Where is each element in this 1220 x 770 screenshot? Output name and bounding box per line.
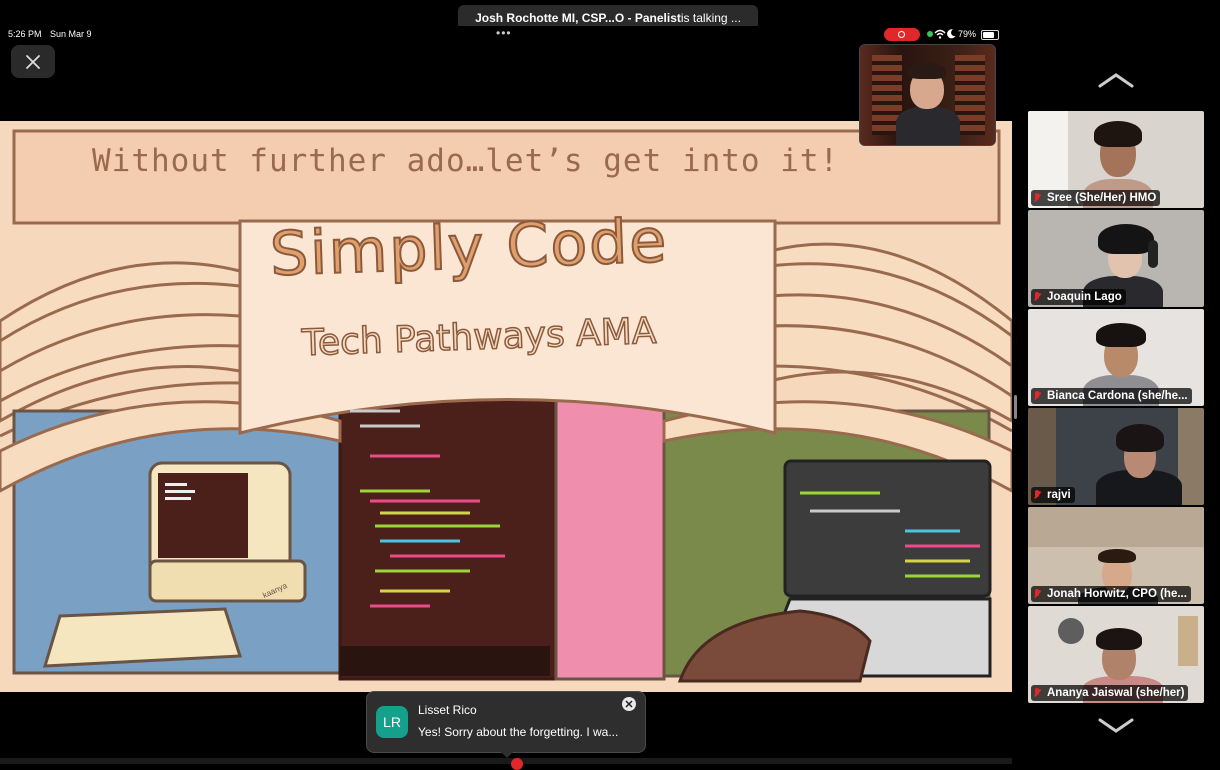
mic-muted-icon — [1034, 193, 1041, 203]
slide-title: Simply Code — [268, 205, 670, 291]
close-icon[interactable]: ✕ — [622, 697, 636, 711]
active-speaker-video[interactable] — [859, 44, 996, 146]
participant-name: Bianca Cardona (she/he... — [1047, 390, 1188, 402]
status-date: Sun Mar 9 — [50, 29, 92, 39]
sender-avatar: LR — [376, 706, 408, 738]
participant-tile[interactable]: Bianca Cardona (she/he... — [1028, 309, 1204, 406]
active-speaker-name: Josh Rochotte MI, CSP...O - Panelist — [475, 10, 681, 25]
participant-label: Bianca Cardona (she/he... — [1031, 388, 1192, 404]
shared-screen-slide: Without further ado…let’s get into it! S… — [0, 121, 1012, 692]
gallery-resize-handle[interactable] — [1014, 395, 1017, 419]
notification-pointer — [499, 750, 515, 758]
participant-label: Jonah Horwitz, CPO (he... — [1031, 586, 1191, 602]
chevron-up-icon[interactable] — [1098, 72, 1134, 88]
chevron-down-icon[interactable] — [1098, 718, 1134, 734]
close-button[interactable] — [11, 45, 55, 78]
status-bar: 5:26 PM Sun Mar 9 ••• 79% — [0, 26, 1012, 43]
participant-name: Jonah Horwitz, CPO (he... — [1047, 588, 1187, 600]
participant-tile[interactable]: rajvi — [1028, 408, 1204, 505]
mic-muted-icon — [1034, 391, 1041, 401]
participant-tile[interactable]: Joaquin Lago — [1028, 210, 1204, 307]
mic-muted-icon — [1034, 490, 1041, 500]
participant-name: Joaquin Lago — [1047, 291, 1122, 303]
participant-label: Ananya Jaiswal (she/her) — [1031, 685, 1189, 701]
bottom-toolbar-edge — [0, 758, 1012, 764]
battery-percent: 79% — [958, 29, 977, 39]
camera-indicator-icon — [927, 31, 933, 37]
participant-label: rajvi — [1031, 487, 1075, 503]
participant-tile[interactable]: Ananya Jaiswal (she/her) — [1028, 606, 1204, 703]
talking-suffix: is talking ... — [680, 10, 741, 25]
participant-name: Ananya Jaiswal (she/her) — [1047, 687, 1185, 699]
mic-muted-icon — [1034, 589, 1041, 599]
participant-name: rajvi — [1047, 489, 1071, 501]
slide-headline: Without further ado…let’s get into it! — [92, 143, 840, 179]
sender-name: Lisset Rico — [418, 703, 477, 717]
participant-tile[interactable]: Sree (She/Her) HMO — [1028, 111, 1204, 208]
chat-notification[interactable]: LR Lisset Rico Yes! Sorry about the forg… — [366, 691, 646, 753]
recording-indicator-icon — [511, 758, 523, 770]
record-icon — [884, 28, 920, 41]
participant-label: Joaquin Lago — [1031, 289, 1126, 305]
mic-muted-icon — [1034, 688, 1041, 698]
mic-muted-icon — [1034, 292, 1041, 302]
participant-label: Sree (She/Her) HMO — [1031, 190, 1161, 206]
battery-icon — [981, 30, 999, 40]
status-time: 5:26 PM — [8, 29, 42, 39]
close-icon — [26, 54, 40, 69]
more-dots-icon[interactable]: ••• — [496, 26, 512, 40]
participant-tile[interactable]: Jonah Horwitz, CPO (he... — [1028, 507, 1204, 604]
moon-icon — [947, 29, 956, 39]
wifi-icon — [934, 29, 946, 39]
slide-illustration — [0, 129, 1012, 683]
message-preview: Yes! Sorry about the forgetting. I wa... — [418, 725, 619, 739]
participant-name: Sree (She/Her) HMO — [1047, 192, 1157, 204]
